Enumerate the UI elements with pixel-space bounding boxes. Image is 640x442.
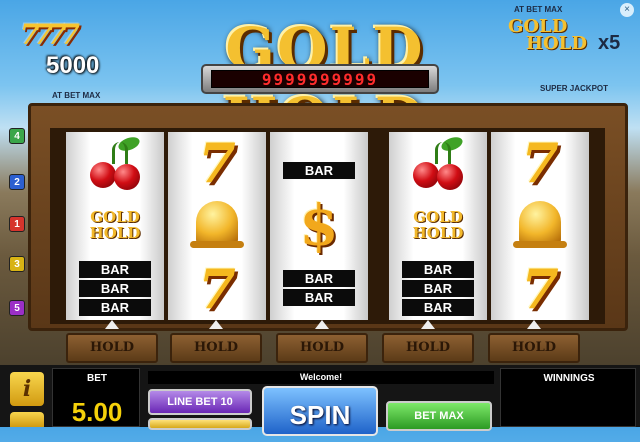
super-jackpot-multiplier: x5: [598, 32, 621, 54]
lines-button[interactable]: [148, 418, 252, 430]
bar-tile: BAR: [402, 298, 474, 316]
bar-tile: BAR: [79, 298, 151, 316]
payline-button-3[interactable]: 3: [9, 256, 25, 272]
super-jackpot-logo-line2: HOLD: [526, 33, 587, 54]
bar-tile: BAR: [283, 289, 355, 306]
reel-4: GOLD HOLD BAR BAR BAR: [389, 132, 487, 320]
seven-symbol: 7: [521, 257, 559, 320]
dollar-symbol: $: [299, 193, 339, 259]
winnings-label: WINNINGS: [543, 373, 595, 384]
spin-button[interactable]: SPIN: [262, 386, 378, 436]
bell-icon: [168, 195, 266, 257]
bell-icon: [491, 195, 589, 257]
payline-button-4[interactable]: 4: [9, 128, 25, 144]
bar-tile: BAR: [283, 161, 355, 179]
payline-button-5[interactable]: 5: [9, 300, 25, 316]
secondary-button[interactable]: [10, 412, 44, 427]
line-bet-button[interactable]: LINE BET 10: [148, 389, 252, 415]
bet-label: BET: [87, 373, 107, 384]
bar-symbol: BAR BAR: [270, 258, 368, 320]
status-message: Welcome!: [148, 371, 494, 384]
bar-tile: BAR: [402, 260, 474, 278]
sevens-jackpot-icon: 7777: [20, 18, 80, 51]
bar-tile: BAR: [402, 279, 474, 297]
reel-3: BAR $ BAR BAR: [270, 132, 368, 320]
super-jackpot-caption: SUPER JACKPOT: [540, 84, 609, 93]
reel-1: GOLD HOLD BAR BAR BAR: [66, 132, 164, 320]
super-jackpot-caption-top: AT BET MAX: [514, 5, 563, 14]
seven-symbol: 7: [198, 132, 236, 195]
reel-5: 77: [491, 132, 589, 320]
bar-tile: BAR: [283, 270, 355, 287]
bet-display: BET 5.00: [52, 368, 140, 427]
info-button[interactable]: i: [10, 372, 44, 406]
hold-button-5[interactable]: HOLD: [488, 333, 580, 363]
bar-symbol: BAR BAR BAR: [389, 258, 487, 320]
hold-arrow-icon: [421, 320, 435, 329]
super-jackpot-logo: GOLD HOLD: [508, 18, 608, 68]
hold-button-3[interactable]: HOLD: [276, 333, 368, 363]
bar-tile: BAR: [79, 260, 151, 278]
bar-symbol: BAR: [270, 132, 368, 194]
progressive-counter: 9999999999: [201, 64, 439, 94]
jackpot-value: 5000: [46, 52, 100, 79]
payline-button-1[interactable]: 1: [9, 216, 25, 232]
hold-arrow-icon: [209, 320, 223, 329]
hold-button-1[interactable]: HOLD: [66, 333, 158, 363]
hold-button-2[interactable]: HOLD: [170, 333, 262, 363]
hold-arrow-icon: [105, 320, 119, 329]
jackpot-caption: AT BET MAX: [52, 91, 101, 100]
seven-symbol: 7: [198, 257, 236, 320]
hold-arrow-icon: [527, 320, 541, 329]
cherry-icon: [66, 132, 164, 194]
reel-2: 77: [168, 132, 266, 320]
progressive-counter-value: 9999999999: [211, 70, 429, 89]
winnings-display: WINNINGS: [500, 368, 636, 427]
seven-symbol: 7: [521, 132, 559, 195]
cherry-icon: [389, 132, 487, 194]
bar-tile: BAR: [79, 279, 151, 297]
hold-button-4[interactable]: HOLD: [382, 333, 474, 363]
bet-value: 5.00: [71, 397, 123, 427]
payline-button-2[interactable]: 2: [9, 174, 25, 190]
hold-arrow-icon: [315, 320, 329, 329]
close-button[interactable]: ×: [620, 3, 634, 17]
bar-symbol: BAR BAR BAR: [66, 258, 164, 320]
